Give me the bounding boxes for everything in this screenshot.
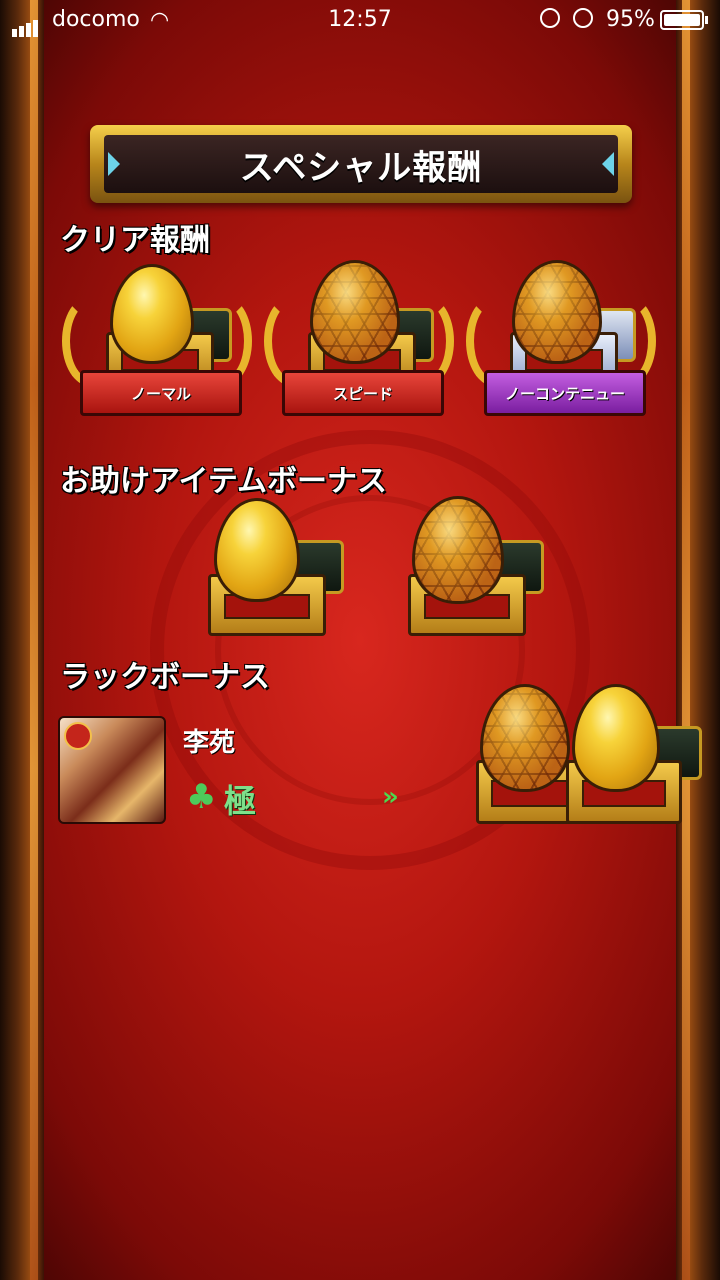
- reward-normal[interactable]: ノーマル: [62, 256, 254, 446]
- luck-bonus-heading: ラックボーナス: [60, 660, 270, 695]
- item-bonus-reward-1[interactable]: [200, 496, 350, 636]
- honeycomb-egg-icon: [310, 260, 400, 364]
- ribbon-no-continue: ノーコンテニュー: [484, 370, 646, 416]
- ribbon-normal: ノーマル: [80, 370, 242, 416]
- character-name: 李苑: [183, 728, 236, 758]
- reward-no-continue[interactable]: ノーコンテニュー: [466, 256, 658, 446]
- gem-left-icon: [108, 152, 120, 176]
- honeycomb-egg-icon: [512, 260, 602, 364]
- gold-egg-icon: [110, 264, 194, 364]
- ribbon-speed: スピード: [282, 370, 444, 416]
- ribbon-label: スピード: [332, 384, 393, 403]
- battery-tip: [705, 16, 708, 24]
- title-inner: スペシャル報酬: [104, 135, 618, 193]
- frame-glow-left: [30, 0, 38, 1280]
- character-avatar[interactable]: [58, 716, 166, 824]
- item-bonus-reward-2[interactable]: [400, 496, 550, 636]
- ribbon-label: ノーコンテニュー: [504, 384, 625, 403]
- gem-right-icon: [602, 152, 614, 176]
- ribbon-label: ノーマル: [130, 384, 191, 403]
- honeycomb-egg-icon: [480, 684, 570, 792]
- battery-percent: 95%: [606, 7, 655, 32]
- battery-icon: [660, 10, 704, 30]
- status-bar: docomo ◠ 12:57 95%: [0, 0, 720, 40]
- gold-egg-icon: [214, 498, 300, 602]
- reward-speed[interactable]: スピード: [264, 256, 456, 446]
- rotation-lock-icon: [540, 8, 560, 28]
- title-banner: スペシャル報酬: [90, 125, 632, 203]
- clover-icon: ♣: [186, 777, 217, 817]
- arrow-icon: »: [382, 782, 399, 812]
- alarm-icon: [573, 8, 593, 28]
- luck-bonus-reward-2[interactable]: [562, 684, 702, 824]
- item-bonus-heading: お助けアイテムボーナス: [60, 464, 387, 499]
- gold-egg-icon: [572, 684, 660, 792]
- frame-glow-right: [682, 0, 690, 1280]
- honeycomb-egg-icon: [412, 496, 504, 604]
- clear-rewards-heading: クリア報酬: [60, 223, 210, 258]
- element-badge-icon: [64, 722, 92, 750]
- page-title: スペシャル報酬: [239, 147, 483, 188]
- luck-rank: 極: [224, 782, 257, 820]
